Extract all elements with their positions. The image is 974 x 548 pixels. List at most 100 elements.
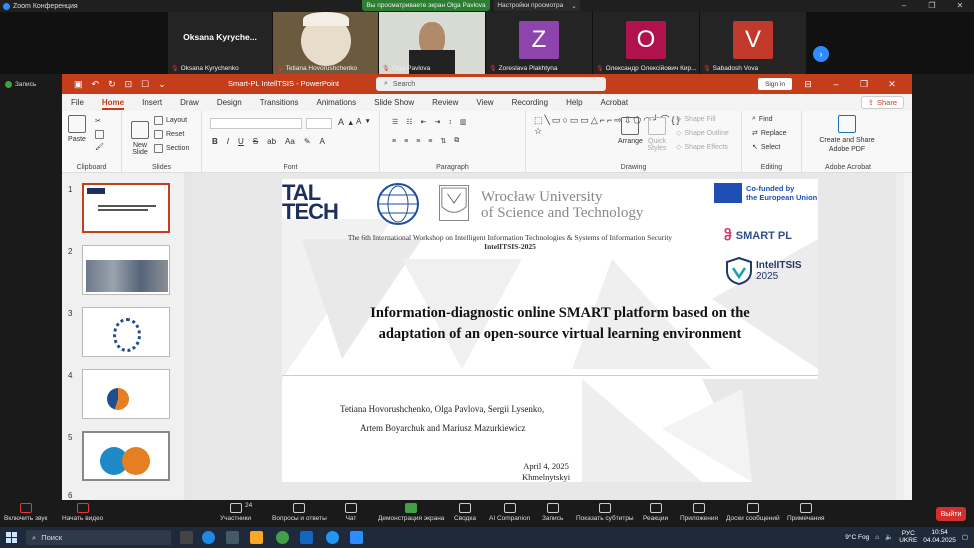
layout-button[interactable]: Layout	[154, 116, 187, 125]
explorer-icon[interactable]	[250, 531, 263, 544]
windows-start-icon[interactable]	[6, 532, 17, 543]
zoom-taskbar-icon[interactable]	[350, 531, 363, 544]
view-options-button[interactable]: Настройки просмотра ⌄	[494, 0, 580, 11]
slide-1[interactable]: TAL TECH Wrocław University of Science an…	[282, 179, 818, 482]
start-video-button[interactable]: Начать видео	[62, 503, 103, 522]
font-color-icon[interactable]: A	[320, 137, 325, 146]
strikethrough-icon[interactable]: S	[253, 137, 258, 146]
participant-tile[interactable]: V 🎙 Sabadosh Vova	[700, 12, 806, 74]
chat-button[interactable]: Чат	[345, 503, 357, 522]
ribbon-display-icon[interactable]: ⊟	[794, 74, 822, 94]
replace-button[interactable]: ⇄ Replace	[752, 129, 787, 138]
taskbar-search[interactable]: ⌕ Поиск	[26, 530, 171, 545]
minimize-icon[interactable]: –	[822, 74, 850, 94]
italic-icon[interactable]: I	[227, 137, 229, 146]
bullets-icon[interactable]: ☰	[392, 118, 398, 126]
numbering-icon[interactable]: ☷	[406, 118, 412, 126]
highlight-icon[interactable]: ✎	[304, 137, 311, 146]
notifications-icon[interactable]: ▢	[962, 533, 968, 541]
tab-animations[interactable]: Animations	[308, 94, 366, 111]
section-button[interactable]: Section	[154, 144, 189, 153]
columns-icon[interactable]: ▥	[460, 118, 467, 126]
save-icon[interactable]: ▣	[74, 79, 83, 90]
telegram-icon[interactable]	[326, 531, 339, 544]
edge-icon[interactable]	[202, 531, 215, 544]
qa-button[interactable]: Вопросы и ответы	[272, 503, 327, 522]
share-button[interactable]: ⇪ Share	[860, 96, 904, 109]
ppt-search-box[interactable]: ⌕ Search	[376, 77, 606, 91]
reactions-button[interactable]: Реакции	[643, 503, 668, 522]
tab-help[interactable]: Help	[557, 94, 591, 111]
undo-icon[interactable]: ↶	[92, 79, 100, 90]
captions-button[interactable]: Показать субтитры	[576, 503, 634, 522]
share-screen-button[interactable]: Демонстрация экрана	[378, 503, 444, 522]
tab-slide-show[interactable]: Slide Show	[365, 94, 423, 111]
slide-thumbnail-1[interactable]	[82, 183, 170, 233]
slide-thumbnail-4[interactable]	[82, 369, 170, 419]
cut-button[interactable]: ✂	[95, 117, 101, 125]
apps-button[interactable]: Приложения	[680, 503, 718, 522]
slide-thumbnail-2[interactable]	[82, 245, 170, 295]
slide-thumbnail-5[interactable]	[82, 431, 170, 481]
shrink-font-button[interactable]: A ▼	[356, 117, 371, 126]
participant-tile-video[interactable]: 🎙 Olga Pavlova	[379, 12, 485, 74]
unmute-button[interactable]: Включить звук	[4, 503, 47, 522]
network-icon[interactable]: ⌂	[875, 534, 879, 541]
reset-button[interactable]: Reset	[154, 130, 184, 139]
copy-button[interactable]	[95, 130, 104, 139]
tab-home[interactable]: Home	[93, 94, 133, 111]
maximize-icon[interactable]: ❐	[918, 0, 946, 12]
paste-button[interactable]: Paste	[68, 115, 86, 143]
select-button[interactable]: ↖ Select	[752, 143, 780, 152]
quick-styles-button[interactable]: Quick Styles	[644, 117, 670, 152]
font-name-input[interactable]	[210, 118, 302, 129]
underline-icon[interactable]: U	[238, 137, 244, 146]
leave-meeting-button[interactable]: Выйти	[936, 507, 966, 521]
tab-review[interactable]: Review	[423, 94, 467, 111]
notes-button[interactable]: Примечания	[787, 503, 825, 522]
next-page-icon[interactable]: ›	[813, 46, 829, 62]
summary-button[interactable]: Сводка	[454, 503, 476, 522]
clock[interactable]: 10:54 04.04.2025	[923, 529, 956, 545]
find-button[interactable]: ⌕ Find	[752, 115, 773, 123]
arrange-button[interactable]: Arrange	[618, 117, 643, 145]
participant-tile[interactable]: O 🎙 Олександр Олексійович Кир...	[593, 12, 699, 74]
tab-insert[interactable]: Insert	[133, 94, 171, 111]
slide-thumbnail-3[interactable]	[82, 307, 170, 357]
tab-view[interactable]: View	[467, 94, 502, 111]
store-icon[interactable]	[226, 531, 239, 544]
participant-tile[interactable]: Oksana Kyryche... 🎙 Oksana Kyrychenko	[168, 12, 272, 74]
char-spacing-icon[interactable]: ab	[267, 137, 276, 146]
create-share-pdf-button[interactable]: Create and Share Adobe PDF	[810, 115, 884, 154]
tab-file[interactable]: File	[62, 94, 93, 111]
shapes-gallery[interactable]: ⬚╲▭○▭▭△⌐⌐⇨⇩⬠◠╯⌒{}☆	[534, 115, 680, 137]
shape-effects-button[interactable]: ◇ Shape Effects	[676, 143, 728, 152]
align-left-icon[interactable]: ≡	[392, 138, 396, 145]
justify-icon[interactable]: ≡	[428, 138, 432, 145]
boards-button[interactable]: Доски сообщений	[726, 503, 780, 522]
present-icon[interactable]: ⊡	[125, 79, 133, 90]
task-view-icon[interactable]	[180, 531, 193, 544]
chrome-icon[interactable]	[276, 531, 289, 544]
tab-design[interactable]: Design	[208, 94, 251, 111]
ai-companion-button[interactable]: AI Companion	[489, 503, 530, 522]
smartart-icon[interactable]: ⧉	[454, 137, 459, 145]
format-painter-button[interactable]: 🖌	[95, 143, 104, 151]
minimize-icon[interactable]: –	[890, 0, 918, 12]
tab-acrobat[interactable]: Acrobat	[592, 94, 638, 111]
weather-text[interactable]: 9°C Fog	[845, 534, 869, 541]
text-direction-icon[interactable]: ⇅	[440, 137, 446, 145]
close-icon[interactable]: ✕	[946, 0, 974, 12]
volume-icon[interactable]: 🔈	[885, 533, 893, 541]
line-spacing-icon[interactable]: ↕	[448, 119, 452, 126]
redo-icon[interactable]: ↻	[108, 79, 116, 90]
align-right-icon[interactable]: ≡	[416, 138, 420, 145]
participant-tile[interactable]: Z 🎙 Zoreslava Plakhtyna	[486, 12, 592, 74]
tab-transitions[interactable]: Transitions	[251, 94, 308, 111]
shape-fill-button[interactable]: ◈ Shape Fill	[676, 115, 716, 124]
word-icon[interactable]	[300, 531, 313, 544]
align-center-icon[interactable]: ≡	[404, 138, 408, 145]
indent-decrease-icon[interactable]: ⇤	[421, 118, 427, 126]
record-button[interactable]: Запись	[542, 503, 563, 522]
font-size-input[interactable]	[306, 118, 332, 129]
